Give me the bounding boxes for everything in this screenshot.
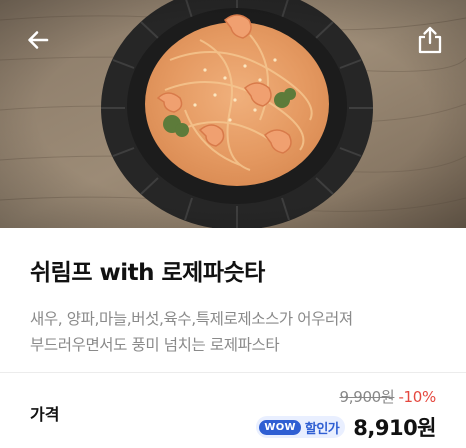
original-price: 9,900원 (339, 388, 395, 406)
product-image (0, 0, 466, 228)
sale-price-row: WOW 할인가 8,910원 (256, 412, 436, 442)
product-info: 쉬림프 with 로제파슷타 새우, 양파,마늘,버섯,육수,특제로제소스가 어… (30, 228, 450, 358)
discount-rate: -10% (398, 388, 436, 406)
share-button[interactable] (410, 20, 450, 60)
wow-discount-badge: WOW 할인가 (256, 416, 346, 438)
share-icon (418, 26, 442, 54)
original-price-row: 9,900원 -10% (339, 386, 436, 407)
sale-price: 8,910원 (353, 416, 436, 440)
pasta-photo (0, 0, 466, 228)
wow-badge-label: 할인가 (304, 421, 340, 437)
arrow-left-icon (28, 31, 49, 49)
wow-badge: WOW (259, 419, 301, 435)
product-title: 쉬림프 with 로제파슷타 (30, 260, 265, 286)
divider (0, 372, 466, 373)
price-label: 가격 (30, 405, 60, 424)
back-button[interactable] (18, 20, 58, 60)
product-description: 새우, 양파,마늘,버섯,육수,특제로제소스가 어우러져 부드러우면서도 풍미 … (30, 310, 353, 354)
